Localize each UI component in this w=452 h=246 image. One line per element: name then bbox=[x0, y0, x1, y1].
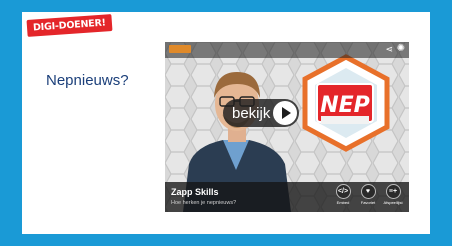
play-button[interactable]: bekijk bbox=[223, 99, 299, 127]
playlist-button[interactable]: ≡+ Afspeellijst bbox=[382, 184, 404, 205]
video-subtitle: Hoe herken je nepnieuws? bbox=[171, 200, 237, 206]
channel-name: Zapp Skills bbox=[171, 187, 219, 197]
heart-icon: ♥ bbox=[360, 184, 376, 199]
embed-icon: </> bbox=[335, 184, 351, 199]
gear-icon[interactable]: ✺ bbox=[397, 43, 405, 54]
play-label: bekijk bbox=[232, 104, 271, 122]
playlist-label: Afspeellijst bbox=[383, 200, 403, 205]
playlist-icon: ≡+ bbox=[385, 184, 401, 199]
nep-sign: NEP bbox=[302, 54, 390, 152]
slide-title: Nepnieuws? bbox=[46, 72, 129, 89]
share-icon[interactable]: ⋖ bbox=[385, 44, 393, 55]
favorite-button[interactable]: ♥ Favoriet bbox=[357, 184, 379, 205]
embed-button[interactable]: </> Embed bbox=[332, 184, 354, 205]
play-icon bbox=[273, 101, 297, 125]
video-player[interactable]: NEP ⋖ ✺ bekijk Zapp Skills Hoe herken je… bbox=[165, 42, 409, 212]
favorite-label: Favoriet bbox=[360, 200, 376, 205]
channel-logo-icon bbox=[169, 45, 191, 53]
video-topbar: ⋖ ✺ bbox=[165, 42, 409, 58]
video-info-bar: Zapp Skills Hoe herken je nepnieuws? </>… bbox=[165, 182, 409, 212]
nep-sign-text: NEP bbox=[320, 93, 370, 118]
embed-label: Embed bbox=[336, 200, 350, 205]
